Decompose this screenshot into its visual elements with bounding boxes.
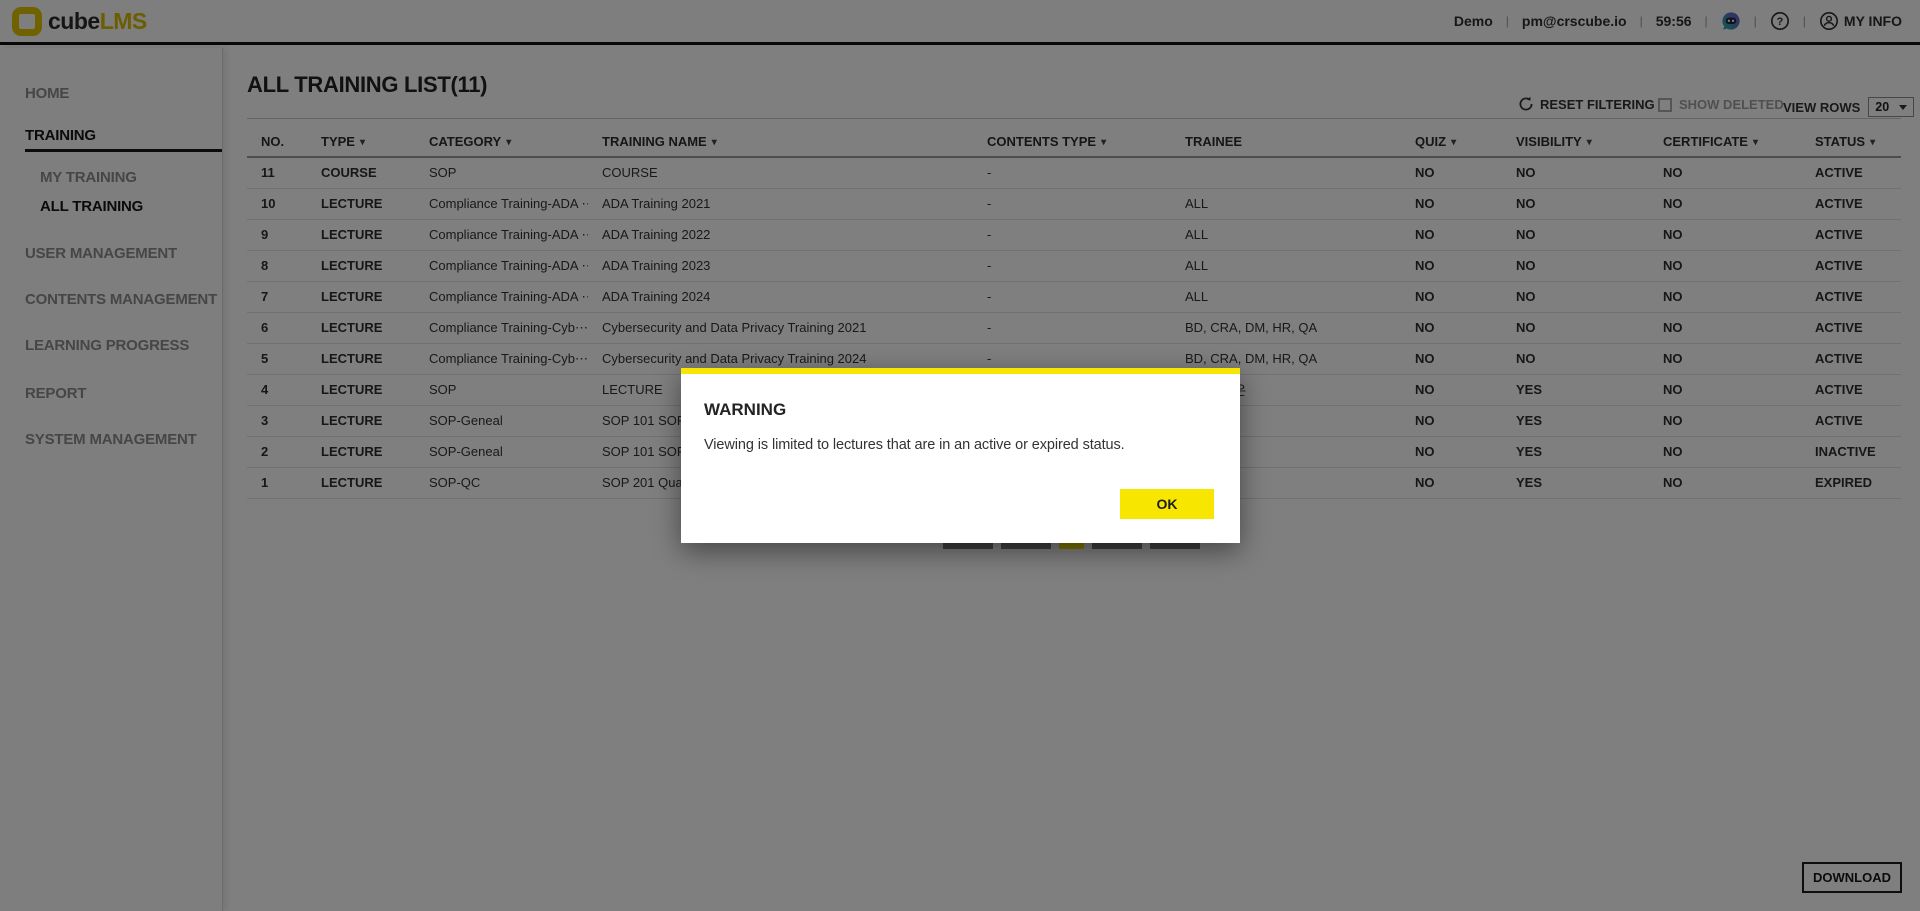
modal-ok-button[interactable]: OK xyxy=(1120,489,1214,519)
warning-modal: WARNING Viewing is limited to lectures t… xyxy=(681,368,1240,543)
modal-title: WARNING xyxy=(704,400,786,420)
modal-message: Viewing is limited to lectures that are … xyxy=(704,437,1125,453)
